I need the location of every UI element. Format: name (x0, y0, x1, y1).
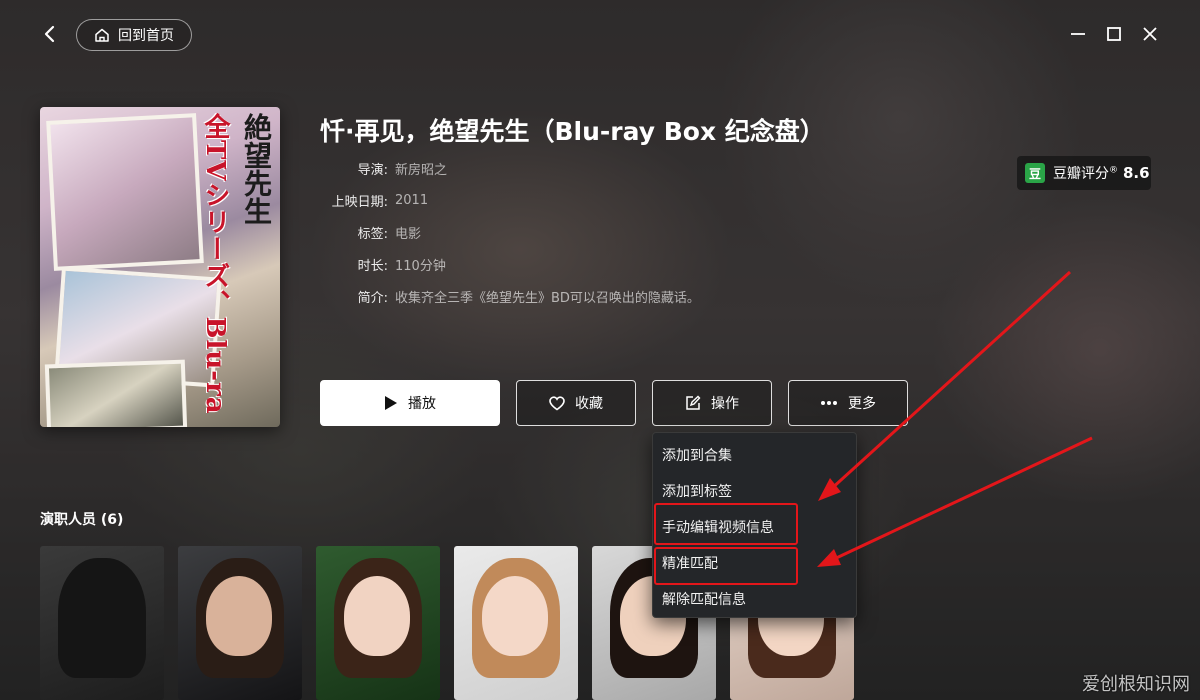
annotation-arrows (817, 270, 1093, 567)
arrow-icon (817, 436, 1093, 567)
watermark: 爱创根知识网 (1082, 674, 1190, 695)
